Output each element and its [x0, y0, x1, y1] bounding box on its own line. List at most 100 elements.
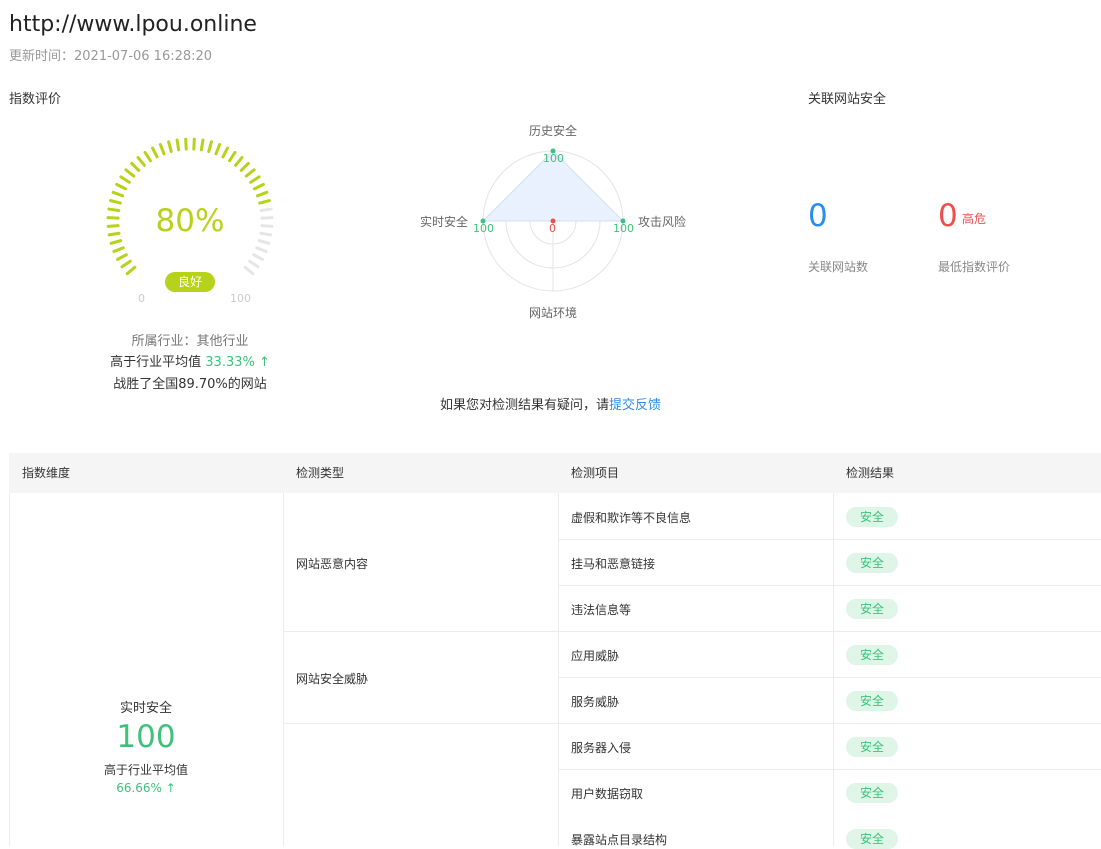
gauge-tick [127, 267, 135, 273]
submit-feedback-link[interactable]: 提交反馈 [609, 398, 661, 413]
item-name: 服务器入侵 [571, 739, 631, 756]
feedback-text: 如果您对检测结果有疑问，请 [440, 398, 609, 413]
radar-value-attack: 100 [613, 222, 634, 235]
table-border-col2 [558, 493, 559, 846]
row-separator [558, 723, 1101, 724]
gauge-tick [138, 158, 144, 166]
gauge-min-label: 0 [138, 292, 145, 305]
result-badge: 安全 [846, 599, 898, 619]
gauge-tick [261, 209, 271, 210]
result-badge: 安全 [846, 507, 898, 527]
result-badge: 安全 [846, 553, 898, 573]
lowest-risk-tag: 高危 [962, 210, 986, 227]
feedback-line: 如果您对检测结果有疑问，请提交反馈 [0, 394, 1101, 413]
gauge-tick [257, 248, 266, 252]
row-separator [558, 585, 1101, 586]
header-result: 检测结果 [833, 453, 1101, 493]
gauge-tick [111, 241, 121, 244]
gauge-tick [132, 163, 139, 170]
gauge-tick [118, 255, 127, 260]
gauge-tick [169, 142, 172, 152]
gauge-tick [216, 145, 220, 154]
gauge-tick [261, 233, 271, 235]
table-border-col1 [283, 493, 284, 846]
gauge-tick [257, 192, 266, 195]
header-dimension: 指数维度 [9, 453, 283, 493]
row-separator [558, 539, 1101, 540]
header-item: 检测项目 [558, 453, 833, 493]
item-name: 暴露站点目录结构 [571, 831, 667, 848]
gauge-tick [194, 139, 195, 149]
gauge-tick [122, 261, 130, 267]
gauge-tick [160, 145, 164, 154]
result-badge: 安全 [846, 737, 898, 757]
item-name: 虚假和欺诈等不良信息 [571, 509, 691, 526]
score-section-title: 指数评价 [9, 88, 61, 107]
lowest-score-label: 最低指数评价 [938, 258, 1010, 275]
radar-value-environment: 0 [549, 222, 556, 235]
results-table: 指数维度 检测类型 检测项目 检测结果 实时安全 100 高于行业平均值 66.… [9, 453, 1101, 846]
gauge-tick [245, 267, 253, 273]
gauge-tick [177, 140, 179, 150]
result-badge: 安全 [846, 691, 898, 711]
industry-text: 所属行业：其他行业 [90, 330, 290, 349]
dimension-above-value: 66.66% ↑ [9, 781, 283, 795]
type-separator-1 [283, 631, 558, 632]
gauge-tick [109, 233, 119, 235]
gauge-tick [260, 201, 270, 203]
gauge-tick [186, 139, 187, 149]
table-header: 指数维度 检测类型 检测项目 检测结果 [9, 453, 1101, 493]
item-name: 挂马和恶意链接 [571, 555, 655, 572]
update-time: 更新时间：2021-07-06 16:28:20 [9, 45, 212, 64]
gauge-tick [121, 177, 129, 182]
radar-label-history: 历史安全 [529, 122, 577, 139]
result-badge: 安全 [846, 829, 898, 849]
gauge-tick [241, 163, 248, 170]
linked-count-label: 关联网站数 [808, 258, 868, 275]
item-name: 服务威胁 [571, 693, 619, 710]
dimension-score: 100 [9, 719, 283, 755]
site-url: http://www.lpou.online [9, 12, 257, 37]
table-border-col3 [833, 493, 834, 846]
gauge-tick [153, 148, 158, 157]
gauge-tick [223, 148, 228, 157]
result-badge: 安全 [846, 783, 898, 803]
gauge-tick [109, 209, 119, 210]
gauge-tick [246, 170, 254, 176]
type-malicious-content: 网站恶意内容 [296, 555, 368, 572]
linked-count: 0 [808, 198, 828, 234]
radar-value-realtime: 100 [473, 222, 494, 235]
row-separator [558, 677, 1101, 678]
type-separator-2 [283, 723, 558, 724]
gauge-tick [259, 241, 269, 244]
lowest-score: 0 [938, 198, 958, 234]
gauge-tick [111, 201, 121, 203]
gauge-tick [114, 248, 123, 252]
radar-label-attack: 攻击风险 [638, 213, 686, 230]
gauge-max-label: 100 [230, 292, 251, 305]
gauge-tick [236, 158, 242, 166]
score-rating-badge: 良好 [165, 272, 215, 292]
row-separator [558, 631, 1101, 632]
item-name: 用户数据窃取 [571, 785, 643, 802]
gauge-tick [251, 177, 259, 182]
radar-value-history: 100 [543, 152, 564, 165]
row-separator [558, 769, 1101, 770]
gauge-tick [108, 226, 118, 227]
gauge-tick [262, 226, 272, 227]
score-value: 80% [140, 203, 240, 239]
gauge-tick [201, 140, 203, 150]
gauge-tick [250, 261, 258, 267]
item-name: 应用威胁 [571, 647, 619, 664]
gauge-tick [254, 184, 263, 188]
above-average-value: 33.33% ↑ [205, 355, 270, 370]
gauge-tick [254, 255, 263, 260]
gauge-tick [229, 152, 234, 160]
radar-label-environment: 网站环境 [529, 304, 577, 321]
gauge-tick [145, 152, 150, 160]
above-average-label: 高于行业平均值 [110, 355, 201, 370]
radar-chart [478, 146, 628, 296]
dimension-above-label: 高于行业平均值 [9, 761, 283, 778]
gauge-tick [126, 170, 134, 176]
type-security-threat: 网站安全威胁 [296, 670, 368, 687]
